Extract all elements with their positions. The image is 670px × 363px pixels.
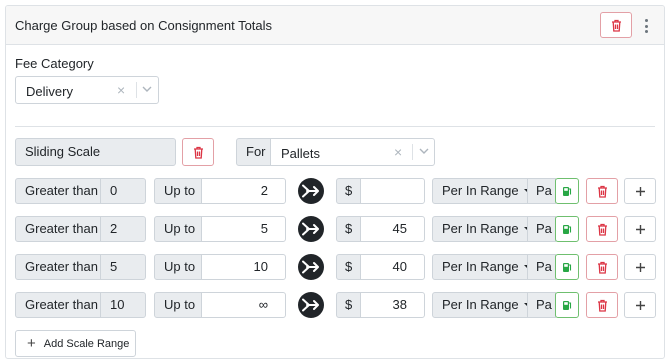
delete-row-button[interactable]: [586, 292, 618, 318]
upto-label: Up to: [154, 216, 202, 242]
add-scale-range-button[interactable]: + Add Scale Range: [15, 330, 136, 357]
fuel-levy-toggle[interactable]: [555, 292, 579, 318]
upto-label: Up to: [154, 292, 202, 318]
kebab-menu-icon[interactable]: [640, 17, 652, 35]
unit-field[interactable]: Pa: [527, 216, 556, 242]
condition-label: Greater than: [15, 254, 101, 280]
fee-category-label: Fee Category: [15, 56, 94, 71]
rate-mode-dropdown[interactable]: Per In Range: [432, 254, 532, 280]
rate-mode-value: Per In Range: [442, 259, 519, 274]
range-to-input[interactable]: 5: [201, 216, 286, 242]
unit-field[interactable]: Pa: [527, 292, 556, 318]
fuel-levy-toggle[interactable]: [555, 178, 579, 204]
select-separator: [412, 144, 413, 160]
rate-mode-value: Per In Range: [442, 297, 519, 312]
condition-label: Greater than: [15, 178, 101, 204]
for-unit-value: Pallets: [281, 146, 321, 161]
range-to-input[interactable]: 10: [201, 254, 286, 280]
fuel-pump-icon: [563, 300, 572, 310]
trash-icon: [611, 19, 621, 32]
scale-type-field[interactable]: Sliding Scale: [15, 138, 176, 166]
card-title: Charge Group based on Consignment Totals: [15, 18, 273, 33]
fuel-levy-toggle[interactable]: [555, 216, 579, 242]
trash-icon: [597, 299, 607, 312]
upto-label: Up to: [154, 254, 202, 280]
arrow-right-merge-icon: [298, 178, 324, 204]
rate-mode-dropdown[interactable]: Per In Range: [432, 216, 532, 242]
fee-category-select[interactable]: Delivery ×: [15, 76, 159, 104]
range-to-input[interactable]: ∞: [201, 292, 286, 318]
delete-scale-button[interactable]: [182, 138, 214, 166]
trash-icon: [597, 261, 607, 274]
for-unit-select[interactable]: Pallets ×: [270, 138, 435, 166]
trash-icon: [193, 146, 203, 159]
unit-field[interactable]: Pa: [527, 178, 556, 204]
trash-icon: [597, 185, 607, 198]
plus-icon: [635, 224, 645, 234]
currency-label: $: [336, 292, 361, 318]
amount-input[interactable]: [360, 178, 425, 204]
chevron-down-icon[interactable]: [419, 146, 429, 156]
amount-input[interactable]: 45: [360, 216, 425, 242]
range-from-field[interactable]: 2: [100, 216, 146, 242]
fuel-pump-icon: [563, 186, 572, 196]
chevron-down-icon[interactable]: [142, 84, 152, 94]
range-from-field[interactable]: 10: [100, 292, 146, 318]
clear-icon[interactable]: ×: [117, 82, 125, 98]
range-from-field[interactable]: 5: [100, 254, 146, 280]
currency-label: $: [336, 216, 361, 242]
add-row-button[interactable]: [624, 216, 656, 242]
amount-input[interactable]: 38: [360, 292, 425, 318]
condition-label: Greater than: [15, 292, 101, 318]
delete-row-button[interactable]: [586, 216, 618, 242]
rate-mode-value: Per In Range: [442, 183, 519, 198]
add-row-button[interactable]: [624, 178, 656, 204]
unit-field[interactable]: Pa: [527, 254, 556, 280]
plus-icon: [635, 186, 645, 196]
select-separator: [136, 82, 137, 98]
add-row-button[interactable]: [624, 292, 656, 318]
condition-label: Greater than: [15, 216, 101, 242]
fuel-pump-icon: [563, 262, 572, 272]
add-row-button[interactable]: [624, 254, 656, 280]
delete-row-button[interactable]: [586, 178, 618, 204]
rate-mode-dropdown[interactable]: Per In Range: [432, 178, 532, 204]
plus-icon: [635, 300, 645, 310]
fuel-pump-icon: [563, 224, 572, 234]
charge-group-card: Charge Group based on Consignment Totals…: [5, 5, 665, 359]
add-scale-range-label: Add Scale Range: [43, 337, 130, 350]
rate-mode-dropdown[interactable]: Per In Range: [432, 292, 532, 318]
delete-row-button[interactable]: [586, 254, 618, 280]
for-label: For: [236, 138, 272, 166]
arrow-right-merge-icon: [298, 254, 324, 280]
clear-icon[interactable]: ×: [394, 144, 402, 160]
divider: [15, 126, 655, 127]
range-to-input[interactable]: 2: [201, 178, 286, 204]
amount-input[interactable]: 40: [360, 254, 425, 280]
upto-label: Up to: [154, 178, 202, 204]
range-from-field[interactable]: 0: [100, 178, 146, 204]
currency-label: $: [336, 254, 361, 280]
rate-mode-value: Per In Range: [442, 221, 519, 236]
fee-category-value: Delivery: [26, 84, 73, 99]
plus-icon: +: [27, 335, 36, 352]
fuel-levy-toggle[interactable]: [555, 254, 579, 280]
arrow-right-merge-icon: [298, 216, 324, 242]
trash-icon: [597, 223, 607, 236]
plus-icon: [635, 262, 645, 272]
arrow-right-merge-icon: [298, 292, 324, 318]
delete-group-button[interactable]: [600, 12, 632, 38]
card-header: Charge Group based on Consignment Totals: [6, 6, 664, 45]
currency-label: $: [336, 178, 361, 204]
